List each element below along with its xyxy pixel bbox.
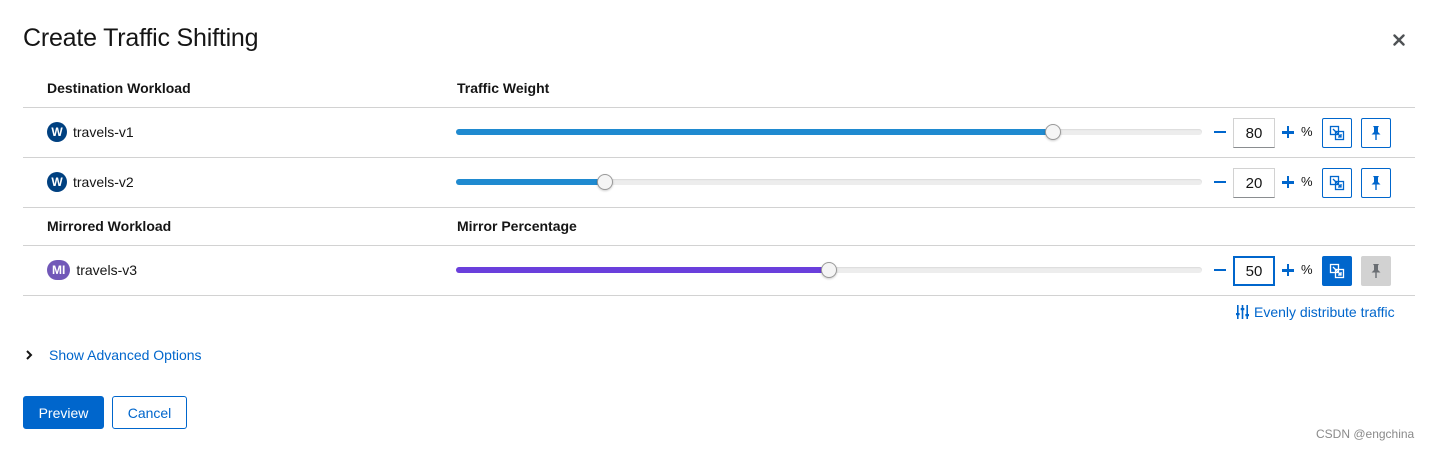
decrement-button[interactable]: [1213, 258, 1227, 282]
watermark: CSDN @engchina: [1316, 427, 1415, 441]
pin-icon: [1371, 126, 1381, 140]
dialog-title: Create Traffic Shifting: [23, 24, 259, 52]
chevron-right-icon: [25, 350, 39, 360]
weight-input[interactable]: [1233, 118, 1275, 148]
sliders-icon: [1236, 305, 1249, 319]
pin-icon: [1371, 264, 1381, 278]
workload-name: travels-v3: [76, 262, 138, 278]
mirror-button[interactable]: [1322, 168, 1352, 198]
close-icon: [1393, 34, 1405, 46]
cancel-button[interactable]: Cancel: [112, 396, 187, 429]
slider-fill: [456, 267, 829, 273]
table-header: Destination Workload Traffic Weight: [23, 70, 1415, 108]
weight-input[interactable]: [1233, 168, 1275, 198]
slider-thumb[interactable]: [1044, 124, 1061, 140]
workload-badge: W: [47, 172, 67, 192]
traffic-weight-slider[interactable]: [456, 124, 1202, 140]
slider-thumb[interactable]: [821, 262, 837, 278]
workload-cell: W travels-v1: [47, 122, 134, 142]
lock-weight-button: [1361, 256, 1391, 286]
workload-name: travels-v1: [73, 124, 134, 140]
mirror-button[interactable]: [1322, 118, 1352, 148]
workload-name: travels-v2: [73, 174, 134, 190]
workload-cell: MI travels-v3: [47, 260, 137, 280]
workload-badge: W: [47, 122, 67, 142]
mirror-icon: [1329, 125, 1345, 141]
table-row: W travels-v2 %: [23, 158, 1415, 208]
traffic-weight-header: Traffic Weight: [457, 80, 550, 96]
mirror-icon: [1329, 175, 1345, 191]
mirrored-workload-header: Mirrored Workload: [47, 218, 172, 234]
decrement-button[interactable]: [1213, 120, 1227, 144]
slider-fill: [456, 129, 1053, 135]
close-button[interactable]: [1388, 29, 1410, 51]
mirror-table-header: Mirrored Workload Mirror Percentage: [23, 208, 1415, 246]
increment-button[interactable]: [1281, 120, 1295, 144]
mirror-icon: [1329, 263, 1345, 279]
workload-cell: W travels-v2: [47, 172, 134, 192]
mirror-percentage-header: Mirror Percentage: [457, 218, 577, 234]
percent-unit: %: [1301, 124, 1313, 139]
lock-weight-button[interactable]: [1361, 118, 1391, 148]
evenly-distribute-link[interactable]: Evenly distribute traffic: [1236, 304, 1395, 320]
table-row: W travels-v1 %: [23, 108, 1415, 158]
increment-button[interactable]: [1281, 258, 1295, 282]
slider-fill: [456, 179, 606, 185]
mirror-row: MI travels-v3 %: [23, 246, 1415, 296]
show-advanced-label: Show Advanced Options: [49, 347, 202, 363]
decrement-button[interactable]: [1213, 170, 1227, 194]
percent-unit: %: [1301, 262, 1313, 277]
percent-unit: %: [1301, 174, 1313, 189]
evenly-distribute-label: Evenly distribute traffic: [1254, 304, 1395, 320]
traffic-table: Destination Workload Traffic Weight W tr…: [23, 70, 1415, 296]
mirror-badge: MI: [47, 260, 71, 280]
mirror-button[interactable]: [1322, 256, 1352, 286]
destination-workload-header: Destination Workload: [47, 80, 191, 96]
lock-weight-button[interactable]: [1361, 168, 1391, 198]
show-advanced-toggle[interactable]: Show Advanced Options: [25, 347, 202, 363]
preview-button[interactable]: Preview: [23, 396, 104, 429]
slider-thumb[interactable]: [597, 174, 614, 190]
mirror-percentage-slider[interactable]: [456, 262, 1202, 278]
increment-button[interactable]: [1281, 170, 1295, 194]
pin-icon: [1371, 176, 1381, 190]
mirror-percent-input[interactable]: [1233, 256, 1275, 286]
traffic-weight-slider[interactable]: [456, 174, 1202, 190]
